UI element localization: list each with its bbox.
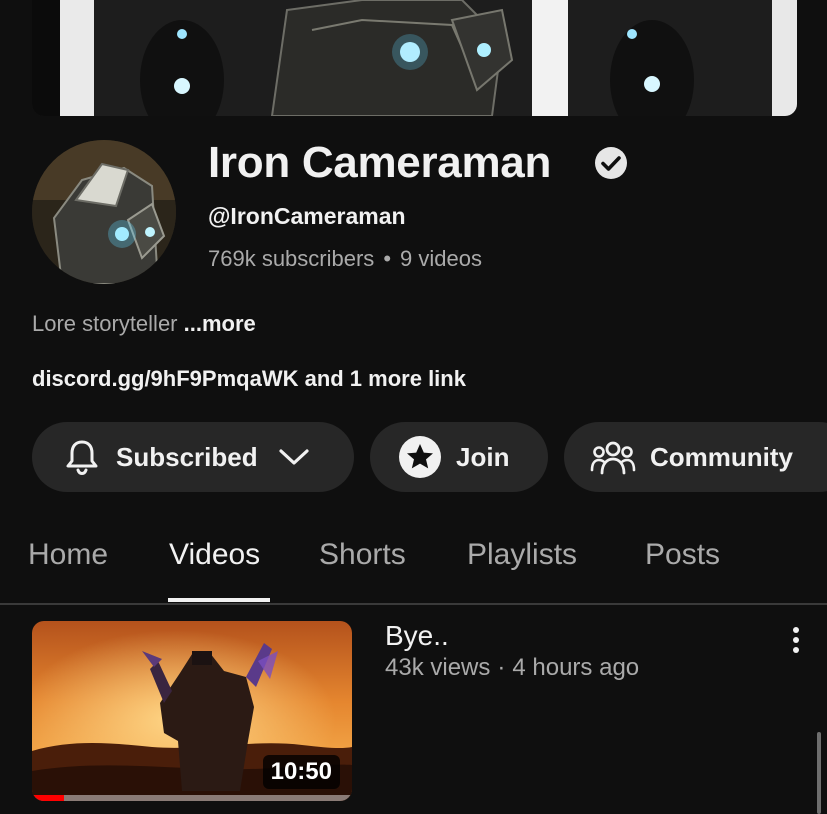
- channel-links[interactable]: discord.gg/9hF9PmqaWK and 1 more link: [32, 366, 466, 392]
- channel-avatar[interactable]: [32, 140, 176, 284]
- subscribed-button[interactable]: Subscribed: [32, 422, 354, 492]
- channel-handle: @IronCameraman: [208, 203, 406, 229]
- tab-videos[interactable]: Videos: [169, 538, 260, 572]
- channel-description[interactable]: Lore storyteller ...more: [32, 311, 256, 337]
- description-more-link[interactable]: ...more: [184, 311, 256, 336]
- watch-progress-track: [32, 795, 352, 801]
- tab-posts[interactable]: Posts: [645, 538, 720, 572]
- verified-check-icon: [594, 146, 628, 180]
- video-thumbnail[interactable]: 10:50: [32, 621, 352, 801]
- channel-page: Iron Cameraman @IronCameraman 769k subsc…: [0, 0, 827, 814]
- chevron-down-icon: [278, 447, 310, 467]
- star-badge-icon: [398, 435, 442, 479]
- subscriber-count: 769k subscribers: [208, 246, 375, 271]
- join-label: Join: [456, 441, 510, 472]
- video-duration: 10:50: [262, 755, 340, 789]
- bell-icon: [62, 437, 102, 477]
- stats-separator: •: [383, 246, 392, 271]
- channel-tabs: Home Videos Shorts Playlists Posts: [0, 520, 827, 604]
- community-label: Community: [650, 441, 793, 472]
- subscribed-label: Subscribed: [116, 441, 258, 472]
- tab-playlists[interactable]: Playlists: [467, 538, 577, 572]
- channel-banner: [32, 0, 797, 116]
- video-count: 9 videos: [400, 246, 482, 271]
- video-meta-separator: ·: [497, 654, 506, 681]
- video-views: 43k views: [385, 654, 491, 681]
- join-button[interactable]: Join: [370, 422, 548, 492]
- description-text: Lore storyteller: [32, 311, 178, 336]
- video-title[interactable]: Bye..: [385, 620, 449, 652]
- people-group-icon: [590, 437, 636, 477]
- tab-shorts[interactable]: Shorts: [319, 538, 406, 572]
- community-button[interactable]: Community: [564, 422, 827, 492]
- video-age: 4 hours ago: [512, 654, 640, 681]
- more-vertical-icon[interactable]: [780, 624, 812, 656]
- channel-name: Iron Cameraman: [208, 138, 552, 187]
- watch-progress-fill: [32, 795, 64, 801]
- channel-stats: 769k subscribers • 9 videos: [208, 246, 482, 272]
- tabs-divider: [0, 603, 827, 605]
- active-tab-indicator: [168, 598, 270, 602]
- scrollbar[interactable]: [817, 732, 821, 814]
- tab-home[interactable]: Home: [28, 538, 108, 572]
- video-meta: 43k views · 4 hours ago: [385, 654, 639, 682]
